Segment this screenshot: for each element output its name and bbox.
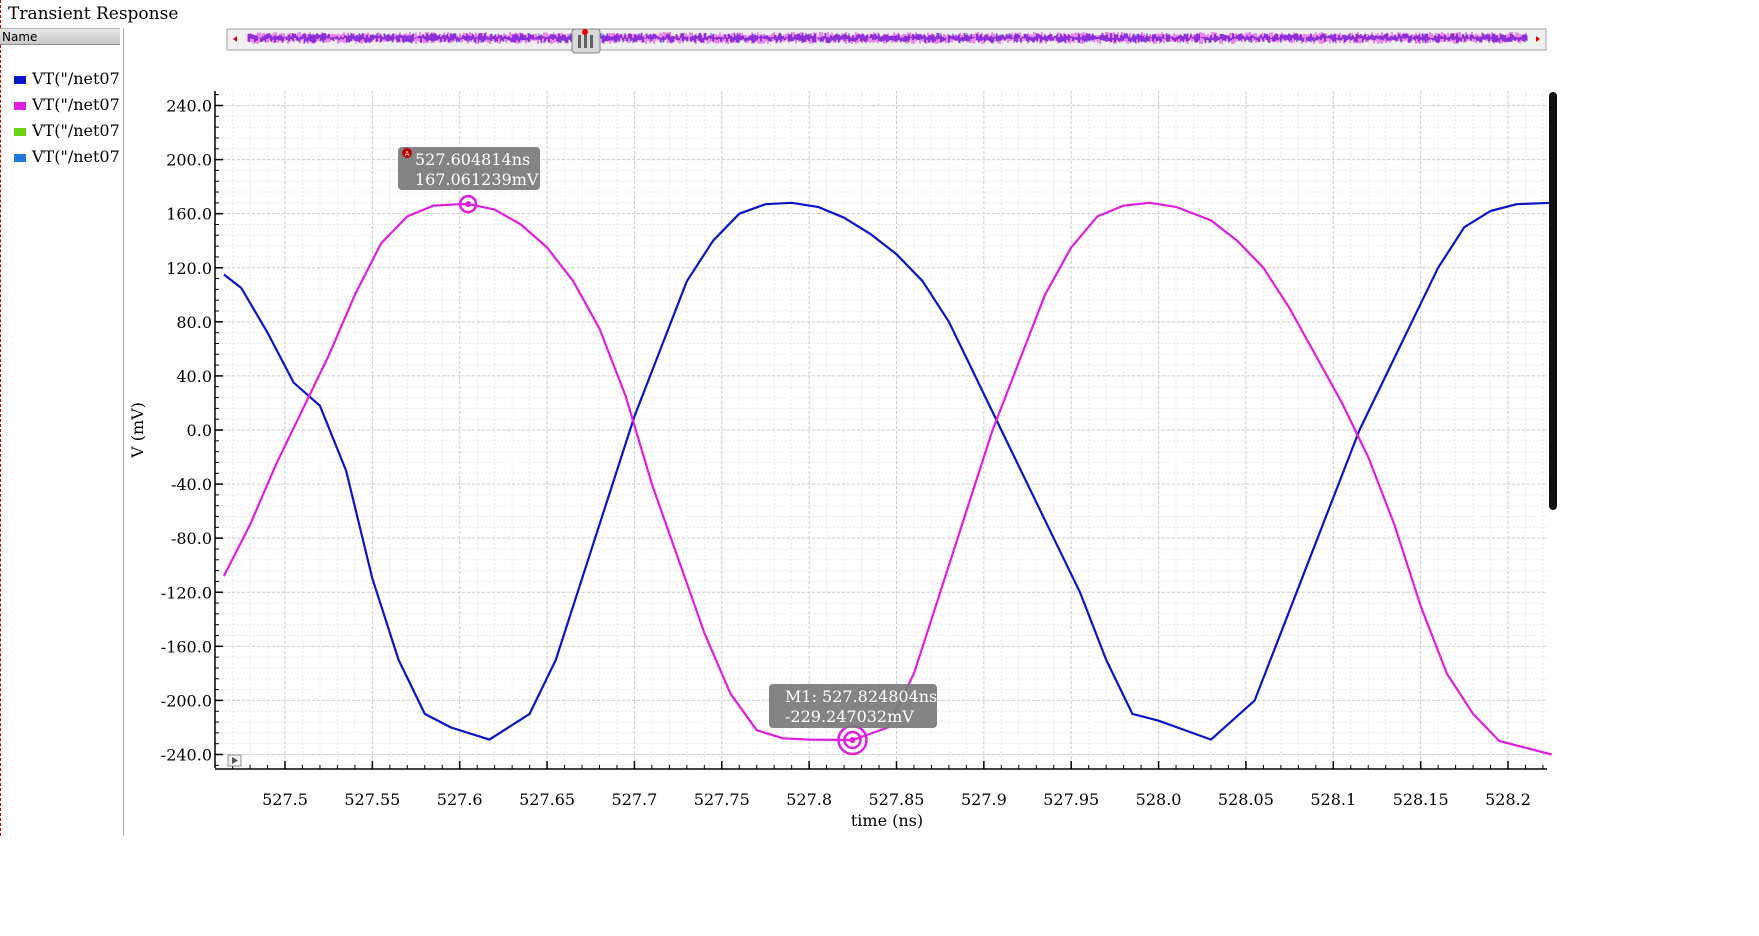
y-tick-label: 40.0 — [176, 367, 212, 386]
marker-a-dot — [465, 201, 472, 208]
x-tick-label: 528.05 — [1218, 790, 1274, 809]
overview-strip[interactable] — [226, 28, 1547, 54]
y-tick-label: -80.0 — [171, 529, 212, 548]
y-tick-label: -200.0 — [161, 691, 212, 710]
y-tick-label: 240.0 — [166, 97, 212, 116]
y-tick-label: -120.0 — [161, 583, 212, 602]
x-tick-label: 527.9 — [961, 790, 1007, 809]
waveform-chart[interactable]: 240.0 200.0 160.0 120.0 80.0 40.0 0.0 -40.0 -80.… — [0, 0, 1759, 936]
y-tick-label: -240.0 — [161, 746, 212, 765]
y-tick-label: 160.0 — [166, 205, 212, 224]
x-tick-label: 528.1 — [1310, 790, 1356, 809]
x-tick-label: 528.15 — [1393, 790, 1449, 809]
x-tick-label: 527.75 — [694, 790, 750, 809]
marker-a-time: 527.604814ns — [415, 150, 530, 169]
x-tick-label: 527.85 — [869, 790, 925, 809]
marker-a-value: 167.061239mV — [415, 170, 539, 189]
marker-m1-dot — [849, 736, 856, 743]
y-tick-label: 200.0 — [166, 151, 212, 170]
y-axis-label: V (mV) — [128, 402, 147, 459]
y-tick-label: 80.0 — [176, 313, 212, 332]
x-tick-label: 527.65 — [519, 790, 575, 809]
play-icon[interactable] — [227, 754, 242, 767]
marker-a-flag-text: A — [405, 150, 410, 158]
y-tick-label: -40.0 — [171, 475, 212, 494]
x-tick-label: 527.6 — [437, 790, 483, 809]
y-tick-label: 120.0 — [166, 259, 212, 278]
x-axis-label: time (ns) — [851, 811, 923, 830]
x-tick-label: 528.2 — [1485, 790, 1531, 809]
x-tick-label: 528.0 — [1136, 790, 1182, 809]
x-tick-label: 527.5 — [262, 790, 308, 809]
overview-thumb[interactable] — [571, 28, 601, 54]
x-tick-label: 527.7 — [612, 790, 658, 809]
marker-m1-value: -229.247032mV — [785, 707, 914, 726]
x-tick-label: 527.95 — [1043, 790, 1099, 809]
x-tick-label: 527.55 — [344, 790, 400, 809]
x-tick-label: 527.8 — [786, 790, 832, 809]
y-tick-label: 0.0 — [187, 421, 212, 440]
y-tick-label: -160.0 — [161, 637, 212, 656]
marker-m1-time: M1: 527.824804ns — [785, 687, 937, 706]
vertical-scrollbar[interactable] — [1549, 92, 1557, 510]
